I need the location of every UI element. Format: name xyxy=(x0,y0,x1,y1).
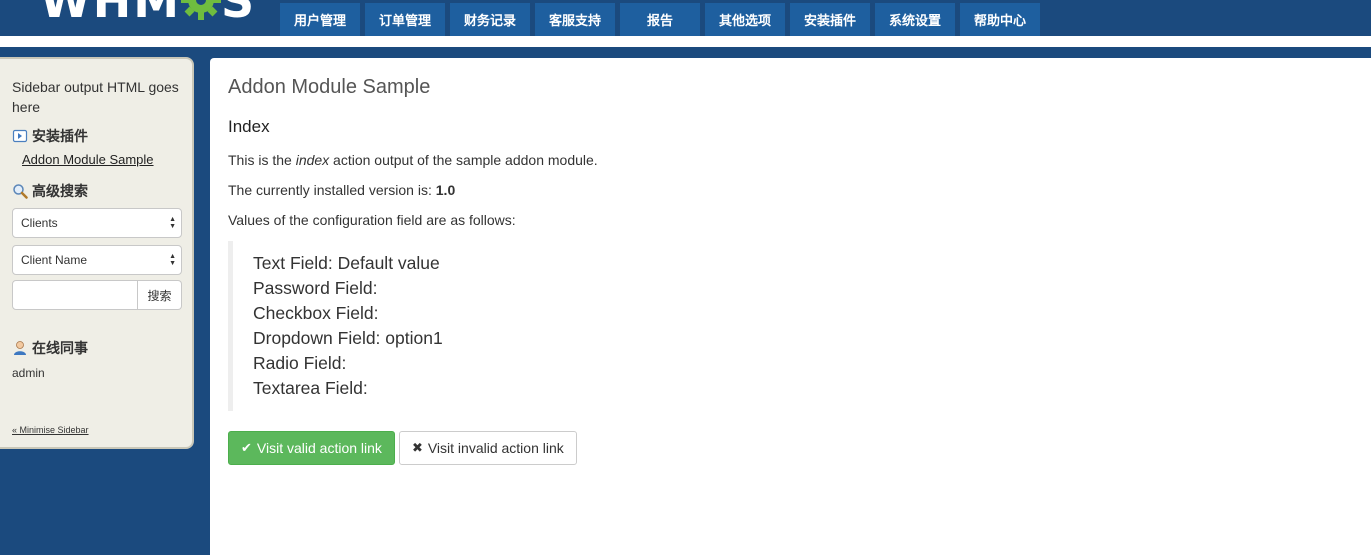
nav-utilities[interactable]: 其他选项 xyxy=(705,3,785,36)
textarea-field-value: Textarea Field: xyxy=(253,378,368,398)
intro-text-start: This is the xyxy=(228,152,296,168)
nav-setup[interactable]: 系统设置 xyxy=(875,3,955,36)
logo-text-right: S xyxy=(221,0,257,28)
user-icon xyxy=(12,340,28,356)
gear-icon xyxy=(179,0,223,20)
advanced-search-label: 高级搜索 xyxy=(32,183,88,199)
whmcs-logo[interactable]: WHM S xyxy=(40,0,256,24)
action-buttons: ✔ Visit valid action link ✖ Visit invali… xyxy=(228,431,1353,465)
radio-field-value: Radio Field: xyxy=(253,353,347,373)
minimise-sidebar-link[interactable]: « Minimise Sidebar xyxy=(12,425,89,435)
version-label: The currently installed version is: xyxy=(228,182,436,198)
config-values-blockquote: Text Field: Default value Password Field… xyxy=(228,241,628,411)
password-field-value: Password Field: xyxy=(253,278,378,298)
main-content: Addon Module Sample Index This is the in… xyxy=(210,58,1371,555)
nav-reports[interactable]: 报告 xyxy=(620,3,700,36)
visit-invalid-action-button[interactable]: ✖ Visit invalid action link xyxy=(398,431,577,465)
sidebar-intro-text: Sidebar output HTML goes here xyxy=(12,79,179,115)
addon-icon xyxy=(12,128,28,144)
logo-text-left: WHM xyxy=(40,0,182,28)
visit-valid-action-button[interactable]: ✔ Visit valid action link xyxy=(228,431,395,465)
staff-online-label: 在线同事 xyxy=(32,340,88,356)
text-field-value: Text Field: Default value xyxy=(253,253,440,273)
nav-addons[interactable]: 安装插件 xyxy=(790,3,870,36)
advanced-search-heading: 高级搜索 xyxy=(12,181,180,201)
version-paragraph: The currently installed version is: 1.0 xyxy=(228,181,1353,199)
nav-help[interactable]: 帮助中心 xyxy=(960,3,1040,36)
nav-orders[interactable]: 订单管理 xyxy=(365,3,445,36)
intro-text-emphasis: index xyxy=(295,152,330,168)
select-arrows-icon: ▲ ▼ xyxy=(169,216,176,230)
dropdown-field-value: Dropdown Field: option1 xyxy=(253,328,443,348)
intro-paragraph: This is the index action output of the s… xyxy=(228,151,1353,169)
sidebar: Sidebar output HTML goes here 安装插件 Addon… xyxy=(0,57,194,449)
intro-text-end: action output of the sample addon module… xyxy=(329,152,598,168)
visit-invalid-action-label: Visit invalid action link xyxy=(427,440,564,456)
sidebar-search-row: 搜索 xyxy=(12,280,182,310)
select-arrows-icon: ▲ ▼ xyxy=(169,253,176,267)
checkbox-field-value: Checkbox Field: xyxy=(253,303,379,323)
search-input[interactable] xyxy=(12,280,138,310)
nav-support[interactable]: 客服支持 xyxy=(535,3,615,36)
main-nav: 用户管理 订单管理 财务记录 客服支持 报告 其他选项 安装插件 系统设置 帮助… xyxy=(280,3,1045,36)
page-title: Addon Module Sample xyxy=(228,76,431,98)
staff-online-heading: 在线同事 xyxy=(12,338,180,358)
x-icon: ✖ xyxy=(411,440,423,455)
magnifier-icon xyxy=(12,183,28,199)
addons-heading: 安装插件 xyxy=(12,126,180,146)
search-button[interactable]: 搜索 xyxy=(138,280,182,310)
section-title: Index xyxy=(228,117,270,136)
search-type-select[interactable]: Clients ▲ ▼ xyxy=(12,208,182,238)
nav-clients[interactable]: 用户管理 xyxy=(280,3,360,36)
nav-billing[interactable]: 财务记录 xyxy=(450,3,530,36)
check-icon: ✔ xyxy=(241,440,252,455)
top-header: WHM S 用户管理 订单管理 财务记录 客服支持 报告 其他选项 安装插件 系… xyxy=(0,0,1371,36)
config-paragraph: Values of the configuration field are as… xyxy=(228,212,516,228)
version-value: 1.0 xyxy=(435,182,456,198)
search-type-value: Clients xyxy=(21,216,58,230)
addon-module-sample-link[interactable]: Addon Module Sample xyxy=(22,152,180,167)
addons-heading-label: 安装插件 xyxy=(32,128,88,144)
search-field-value: Client Name xyxy=(21,253,88,267)
header-divider xyxy=(0,36,1371,47)
visit-valid-action-label: Visit valid action link xyxy=(256,440,382,456)
staff-name: admin xyxy=(12,366,45,380)
search-field-select[interactable]: Client Name ▲ ▼ xyxy=(12,245,182,275)
